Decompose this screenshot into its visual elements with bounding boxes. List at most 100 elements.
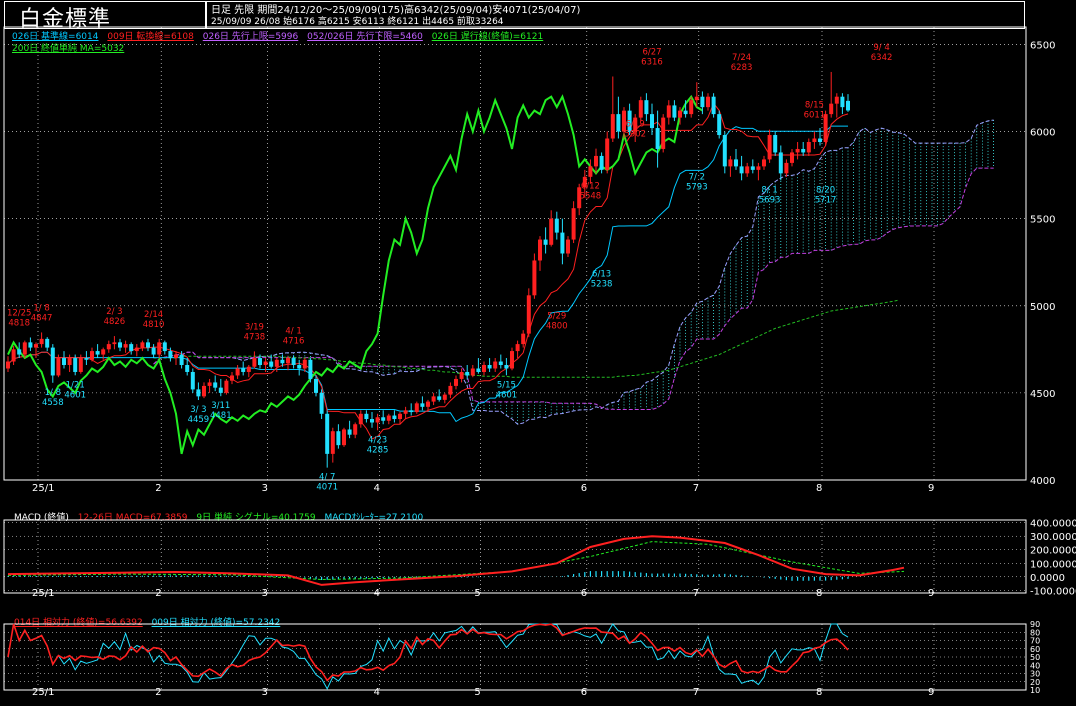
swing-point-label-line: 4459 — [188, 415, 210, 425]
swing-point-label-line: 4818 — [8, 318, 30, 328]
swing-point-label-line: 6316 — [641, 57, 663, 67]
candle-body — [487, 365, 492, 369]
candle-body — [549, 218, 554, 245]
swing-point-label-line: 6/27 — [642, 47, 661, 57]
candle-body — [532, 260, 537, 296]
candle-body — [504, 365, 509, 369]
swing-point-label-line: 4800 — [546, 321, 568, 331]
candle-body — [269, 361, 274, 367]
macd-tick-label: 100.0000 — [1030, 559, 1076, 570]
rsi9-line — [7, 623, 849, 690]
candle — [140, 340, 145, 352]
candle — [95, 344, 100, 359]
swing-point-label: 3/ 3 4459 — [188, 405, 210, 425]
candle-body — [616, 114, 621, 132]
swing-point-label-line: 4558 — [42, 398, 64, 408]
candle — [756, 162, 761, 181]
month-tick-label: 5 — [474, 588, 480, 599]
candle — [722, 131, 727, 174]
candle-body — [605, 138, 610, 170]
price-tick-label: 4500 — [1030, 389, 1055, 400]
candle — [644, 93, 649, 122]
swing-point-label: 4/ 1 4716 — [283, 326, 305, 346]
candle — [50, 344, 55, 383]
swing-point-label: 7/24 6283 — [731, 53, 753, 73]
swing-point-label-line: 4738 — [244, 332, 266, 342]
candle — [846, 94, 850, 112]
candle — [459, 368, 464, 383]
candle — [605, 131, 610, 174]
candle-body — [246, 366, 251, 372]
swing-point-label: 6/27 6316 — [641, 47, 663, 67]
candle — [834, 93, 839, 118]
candle-body — [330, 431, 335, 454]
swing-point-label-line: 4285 — [367, 445, 389, 455]
month-tick-label: 4 — [374, 687, 380, 698]
swing-point-label-line: 1/ 8 — [33, 303, 49, 313]
candle — [442, 392, 447, 404]
candle-body — [146, 342, 150, 348]
candle — [493, 358, 498, 372]
swing-point-label-line: 1/ 8 — [45, 388, 61, 398]
candle-body — [101, 349, 106, 355]
candle-body — [347, 429, 352, 435]
candle-body — [6, 361, 10, 369]
candle-body — [812, 138, 817, 142]
candle-body — [409, 410, 414, 413]
senkou-span-a-line — [153, 119, 994, 425]
candle-body — [78, 358, 83, 372]
candle-body — [213, 382, 218, 388]
candle-body — [655, 128, 660, 149]
candle-body — [638, 100, 643, 118]
swing-point-label-line: 6/13 — [592, 269, 611, 279]
swing-point-label: 6/19 5902 — [624, 120, 646, 140]
candle-body — [482, 365, 486, 372]
candle — [319, 389, 324, 420]
candle-body — [678, 110, 682, 118]
candle — [672, 100, 677, 122]
candle-body — [224, 380, 229, 393]
candle — [358, 410, 363, 428]
candle-body — [414, 403, 419, 413]
month-tick-label: 25/1 — [32, 588, 54, 599]
candle-body — [778, 152, 783, 174]
candle — [202, 382, 206, 399]
candle-body — [162, 342, 167, 352]
candle-body — [34, 344, 38, 348]
candle — [767, 129, 772, 163]
candle-body — [235, 368, 240, 376]
swing-point-label-line: 5693 — [759, 195, 781, 205]
candle-body — [11, 349, 16, 362]
candle — [778, 145, 783, 181]
candle — [470, 365, 475, 378]
candle-body — [711, 96, 716, 115]
candle — [347, 420, 352, 439]
candle — [560, 218, 565, 265]
candle — [370, 412, 374, 428]
candle — [666, 100, 671, 125]
candle-body — [62, 358, 66, 366]
candle — [90, 347, 94, 362]
candle — [840, 93, 845, 115]
candle-body — [241, 368, 246, 372]
swing-point-label-line: 6/19 — [626, 120, 645, 130]
candle — [157, 338, 162, 359]
candle-body — [151, 347, 156, 355]
swing-point-label-line: 3/19 — [245, 322, 264, 332]
candle-body — [790, 152, 794, 163]
swing-point-label: 4/ 7 4071 — [316, 473, 338, 493]
month-tick-label: 2 — [155, 483, 161, 494]
candle-body — [465, 371, 470, 376]
macd-tick-label: 300.0000 — [1030, 532, 1076, 543]
candle — [381, 410, 386, 425]
candle — [39, 332, 44, 348]
swing-point-label-line: 4716 — [283, 336, 305, 346]
candle — [409, 403, 414, 416]
candle-body — [571, 208, 576, 240]
candle-body — [694, 96, 699, 101]
kijun-line — [7, 125, 848, 423]
candle-body — [739, 166, 744, 174]
candle — [375, 413, 380, 431]
candle-body — [448, 385, 453, 395]
swing-point-label-line: 2/14 — [144, 310, 163, 320]
